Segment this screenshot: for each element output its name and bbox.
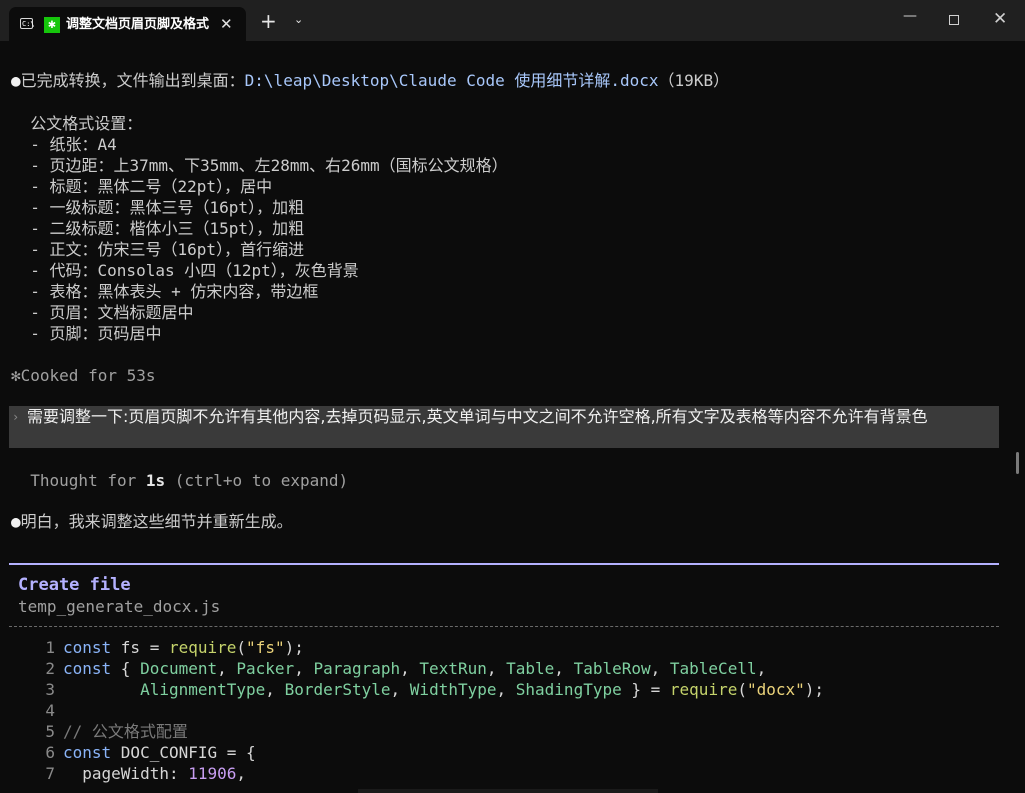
cooked-status: ✻Cooked for 53s: [11, 366, 156, 385]
code-token: ,: [756, 659, 767, 678]
code-token: require: [669, 680, 738, 699]
user-prompt: › 需要调整一下:页眉页脚不允许有其他内容,去掉页码显示,英文单词与中文之间不允…: [9, 406, 999, 448]
format-heading: 公文格式设置：: [11, 114, 143, 133]
code-token: Paragraph: [313, 659, 401, 678]
code-token: );: [804, 680, 825, 699]
code-token: ,: [236, 764, 247, 783]
tool-title: Create file: [18, 575, 131, 595]
format-item: - 代码：Consolas 小四（12pt），灰色背景: [11, 261, 359, 280]
chevron-down-icon[interactable]: ⌄: [294, 13, 303, 27]
code-token: 11906: [188, 764, 237, 783]
tab-active[interactable]: C:\ ✱ 调整文档页眉页脚及格式 ✕: [9, 7, 246, 41]
code-text: const DOC_CONFIG = {: [63, 742, 256, 763]
new-tab-button[interactable]: +: [260, 11, 277, 31]
code-token: const: [63, 638, 121, 657]
code-text: AlignmentType, BorderStyle, WidthType, S…: [63, 679, 824, 700]
code-token: ,: [496, 680, 516, 699]
format-item: - 正文：仿宋三号（16pt），首行缩进: [11, 240, 305, 259]
maximize-button[interactable]: [949, 15, 959, 25]
format-item: - 二级标题：楷体小三（15pt），加粗: [11, 219, 305, 238]
terminal-icon: C:\: [20, 18, 35, 29]
code-token: (: [737, 680, 747, 699]
format-item: - 页脚：页码居中: [11, 324, 162, 343]
code-token: pageWidth:: [63, 764, 189, 783]
code-token: );: [284, 638, 304, 657]
format-item: - 页边距：上37mm、下35mm、左28mm、右26mm（国标公文规格）: [11, 156, 508, 175]
line-number: 2: [45, 659, 55, 678]
reply-text: 明白，我来调整这些细节并重新生成。: [20, 512, 293, 531]
code-token: fs =: [120, 638, 169, 657]
code-token: ,: [265, 680, 285, 699]
scrollbar-thumb[interactable]: [1016, 452, 1019, 474]
code-token: AlignmentType: [140, 680, 266, 699]
code-token: TextRun: [419, 659, 487, 678]
tab-close-icon[interactable]: ✕: [220, 15, 233, 33]
line-number: 5: [45, 722, 55, 741]
window-close-button[interactable]: ✕: [993, 9, 1007, 29]
code-token: {: [120, 659, 141, 678]
code-token: "docx": [746, 680, 805, 699]
code-token: (: [236, 638, 247, 657]
code-token: "fs": [246, 638, 285, 657]
asterisk-icon: ✱: [44, 17, 60, 33]
code-token: WidthType: [409, 680, 497, 699]
code-text: pageWidth: 11906,: [63, 763, 246, 784]
bullet-icon: ●: [11, 512, 21, 531]
output-path: D:\leap\Desktop\Claude Code 使用细节详解.docx: [244, 71, 659, 90]
code-token: ,: [400, 659, 420, 678]
done-text: 已完成转换，文件输出到桌面：: [20, 71, 245, 90]
code-token: } =: [621, 680, 670, 699]
code-token: ,: [217, 659, 237, 678]
line-number: 4: [45, 701, 55, 720]
tool-divider: [9, 626, 999, 627]
code-token: const: [63, 659, 121, 678]
code-token: ,: [294, 659, 314, 678]
code-token: ,: [486, 659, 507, 678]
thought-time: 1s: [145, 471, 166, 490]
code-token: DOC_CONFIG = {: [120, 743, 256, 762]
code-token: ShadingType: [515, 680, 622, 699]
code-token: Table: [506, 659, 555, 678]
thought-suffix: (ctrl+o to expand): [165, 471, 349, 490]
bullet-icon: ●: [11, 71, 21, 90]
code-token: // 公文格式配置: [63, 722, 188, 741]
code-token: ,: [554, 659, 574, 678]
conversion-done-line: ●已完成转换，文件输出到桌面：D:\leap\Desktop\Claude Co…: [11, 70, 729, 91]
code-token: ,: [650, 659, 670, 678]
line-number: 6: [45, 743, 55, 762]
thought-line[interactable]: Thought for 1s (ctrl+o to expand): [11, 470, 348, 491]
bottom-edge: [358, 789, 658, 793]
minimize-button[interactable]: —: [903, 8, 917, 24]
title-bar: C:\ ✱ 调整文档页眉页脚及格式 ✕ + ⌄ — ✕: [0, 0, 1025, 41]
format-item: - 页眉：文档标题居中: [11, 303, 194, 322]
line-number: 1: [45, 638, 55, 657]
code-text: // 公文格式配置: [63, 721, 188, 742]
user-prompt-text: 需要调整一下:页眉页脚不允许有其他内容,去掉页码显示,英文单词与中文之间不允许空…: [27, 407, 928, 426]
code-token: ,: [390, 680, 410, 699]
format-item: - 纸张：A4: [11, 135, 117, 154]
tab-title: 调整文档页眉页脚及格式: [66, 17, 210, 32]
code-text: const { Document, Packer, Paragraph, Tex…: [63, 658, 766, 679]
thought-prefix: Thought for: [11, 471, 146, 490]
code-token: TableRow: [573, 659, 651, 678]
code-token: BorderStyle: [284, 680, 391, 699]
line-number: 3: [45, 680, 55, 699]
format-item: - 表格：黑体表头 + 仿宋内容，带边框: [11, 282, 319, 301]
file-size: （19KB）: [658, 71, 730, 90]
assistant-reply: ●明白，我来调整这些细节并重新生成。: [11, 511, 293, 532]
tool-filename: temp_generate_docx.js: [18, 597, 221, 616]
tool-panel-border: [9, 563, 999, 565]
code-token: Packer: [236, 659, 295, 678]
code-text: const fs = require("fs");: [63, 637, 304, 658]
prompt-caret-icon: ›: [12, 410, 20, 424]
line-number: 7: [45, 764, 55, 783]
format-item: - 一级标题：黑体三号（16pt），加粗: [11, 198, 305, 217]
code-token: require: [168, 638, 237, 657]
code-token: Document: [140, 659, 218, 678]
format-item: - 标题：黑体二号（22pt），居中: [11, 177, 273, 196]
code-token: const: [63, 743, 121, 762]
code-token: TableCell: [669, 659, 757, 678]
